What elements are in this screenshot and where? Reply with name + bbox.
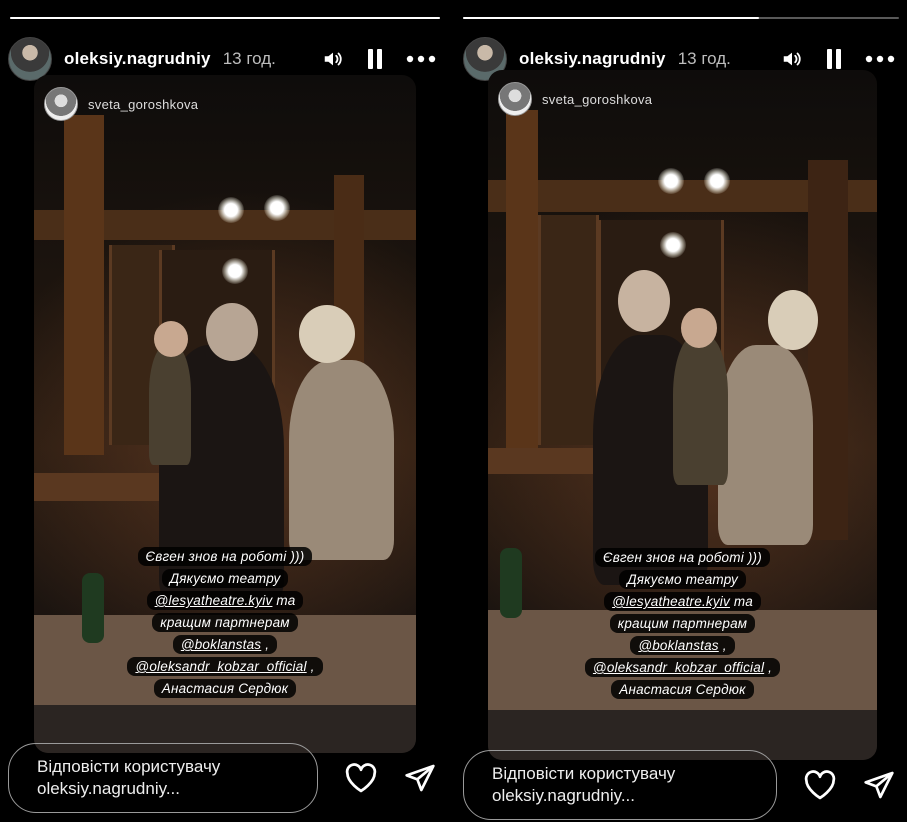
caption-line: Євген знов на роботі ))): [595, 548, 770, 567]
scene-shelf: [538, 215, 599, 445]
scene-pillar: [506, 110, 538, 470]
person-child: [673, 335, 728, 485]
reply-actions: [344, 763, 436, 793]
person-man-head: [618, 270, 670, 332]
mention-link[interactable]: @boklanstas: [638, 638, 718, 653]
caption-text: ,: [718, 638, 727, 653]
caption-mention-line: @lesyatheatre.kyiv та: [146, 591, 304, 610]
story-viewer-left: oleksiy.nagrudniy 13 год. sveta_goroshko…: [0, 0, 448, 822]
mention-link[interactable]: @oleksandr_kobzar_official: [135, 659, 306, 674]
story-caption: Євген знов на роботі ))) Дякуємо театру …: [34, 547, 416, 698]
person-woman-head: [768, 290, 818, 350]
story-username[interactable]: oleksiy.nagrudniy: [64, 49, 211, 69]
stage-light: [264, 195, 290, 221]
story-controls: [781, 48, 899, 70]
caption-line: Анастасия Сердюк: [153, 679, 297, 698]
person-woman-head: [299, 305, 355, 363]
volume-icon[interactable]: [781, 48, 803, 70]
person-child-head: [154, 321, 188, 357]
pause-icon[interactable]: [366, 48, 384, 70]
caption-mention-line: @lesyatheatre.kyiv та: [604, 592, 761, 611]
caption-mention-line: @boklanstas ,: [630, 636, 735, 655]
caption-line: Анастасия Сердюк: [611, 680, 754, 699]
mention-link[interactable]: @lesyatheatre.kyiv: [612, 594, 730, 609]
more-icon[interactable]: [865, 55, 895, 63]
story-caption: Євген знов на роботі ))) Дякуємо театру …: [488, 548, 877, 699]
send-icon[interactable]: [404, 763, 436, 793]
caption-line: кращим партнерам: [609, 614, 756, 633]
story-media[interactable]: sveta_goroshkova Євген знов на роботі ))…: [34, 75, 416, 753]
person-child: [149, 345, 191, 465]
reply-input[interactable]: Відповісти користувачу oleksiy.nagrudniy…: [8, 743, 318, 813]
reply-placeholder-line: oleksiy.nagrudniy...: [492, 786, 635, 805]
reply-placeholder-line: Відповісти користувачу: [492, 764, 676, 783]
reply-placeholder-line: Відповісти користувачу: [37, 757, 221, 776]
reply-bar: Відповісти користувачу oleksiy.nagrudniy…: [8, 743, 440, 813]
caption-text: та: [272, 593, 296, 608]
repost-avatar[interactable]: [498, 82, 532, 116]
person-woman: [718, 345, 813, 545]
scene-pillar: [808, 160, 848, 540]
caption-mention-line: @boklanstas ,: [172, 635, 278, 654]
caption-line: Євген знов на роботі ))): [137, 547, 313, 566]
story-username[interactable]: oleksiy.nagrudniy: [519, 49, 666, 69]
reply-actions: [803, 770, 895, 800]
caption-mention-line: @oleksandr_kobzar_official ,: [584, 658, 781, 677]
caption-line: Дякуємо театру: [619, 570, 746, 589]
caption-text: ,: [261, 637, 270, 652]
more-icon[interactable]: [406, 55, 436, 63]
mention-link[interactable]: @boklanstas: [181, 637, 261, 652]
caption-line: Дякуємо театру: [161, 569, 289, 588]
reply-placeholder-line: oleksiy.nagrudniy...: [37, 779, 180, 798]
story-controls: [322, 48, 440, 70]
story-progress-fill: [10, 17, 440, 19]
stage-light: [704, 168, 730, 194]
caption-mention-line: @oleksandr_kobzar_official ,: [127, 657, 323, 676]
scene-pillar: [64, 115, 104, 455]
repost-username[interactable]: sveta_goroshkova: [542, 92, 652, 107]
caption-text: ,: [306, 659, 315, 674]
repost-username[interactable]: sveta_goroshkova: [88, 97, 198, 112]
stage-light: [222, 258, 248, 284]
person-man-head: [206, 303, 258, 361]
heart-icon[interactable]: [344, 763, 378, 793]
volume-icon[interactable]: [322, 48, 344, 70]
heart-icon[interactable]: [803, 770, 837, 800]
story-progress-bar: [463, 17, 899, 19]
story-media[interactable]: sveta_goroshkova Євген знов на роботі ))…: [488, 70, 877, 760]
mention-link[interactable]: @oleksandr_kobzar_official: [593, 660, 764, 675]
caption-text: та: [729, 594, 753, 609]
story-viewer-right: oleksiy.nagrudniy 13 год. sveta_goroshko…: [455, 0, 907, 822]
person-child-head: [681, 308, 717, 348]
story-time: 13 год.: [677, 49, 731, 68]
caption-text: ,: [764, 660, 773, 675]
story-progress-bar: [10, 17, 440, 19]
person-woman: [289, 360, 394, 560]
caption-line: кращим партнерам: [152, 613, 298, 632]
repost-attribution[interactable]: sveta_goroshkova: [44, 87, 198, 121]
stage-light: [660, 232, 686, 258]
stage-light: [218, 197, 244, 223]
reply-bar: Відповісти користувачу oleksiy.nagrudniy…: [463, 750, 899, 820]
stage-light: [658, 168, 684, 194]
repost-avatar[interactable]: [44, 87, 78, 121]
pause-icon[interactable]: [825, 48, 843, 70]
repost-attribution[interactable]: sveta_goroshkova: [498, 82, 652, 116]
story-progress-fill: [463, 17, 760, 19]
mention-link[interactable]: @lesyatheatre.kyiv: [155, 593, 273, 608]
reply-input[interactable]: Відповісти користувачу oleksiy.nagrudniy…: [463, 750, 777, 820]
story-time: 13 год.: [222, 49, 276, 68]
send-icon[interactable]: [863, 770, 895, 800]
